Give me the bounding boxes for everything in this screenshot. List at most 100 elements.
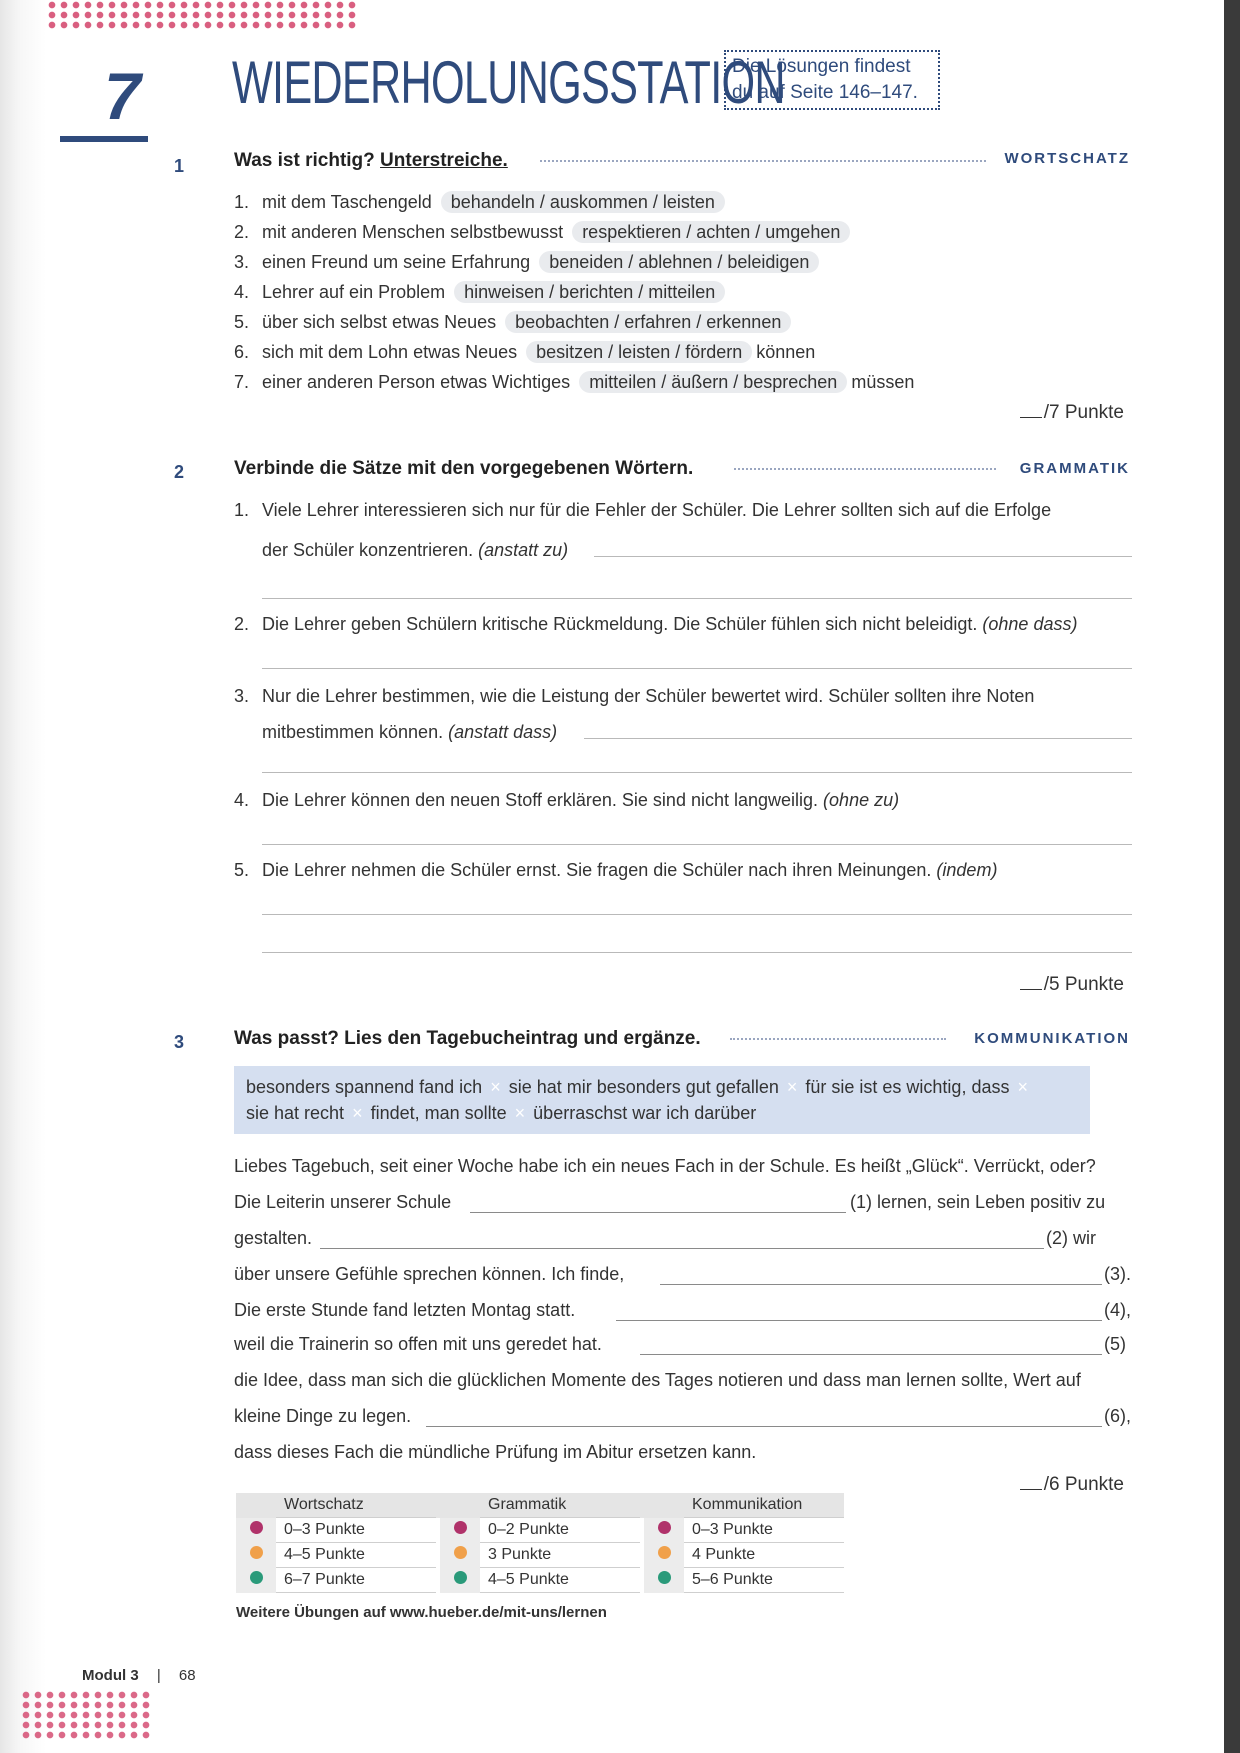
diary-line: kleine Dinge zu legen. [234,1406,412,1426]
page-edge [1224,0,1240,1753]
diary-line: (5) [1104,1334,1126,1354]
solution-hint-line2: du auf Seite 146–147. [732,82,918,103]
item-number: 7. [234,372,250,392]
phrase: überraschst war ich darüber [533,1103,757,1123]
grammar-hint: (anstatt dass) [448,722,558,742]
gap-line-3[interactable] [660,1284,1102,1285]
diary-line: (6), [1104,1406,1131,1426]
exercise-number: 2 [174,462,185,482]
exercise-number: 1 [174,156,185,176]
grammar-item-3: 3. Nur die Lehrer bestimmen, wie die Leis… [234,686,1035,706]
table-header: Wortschatz [276,1493,436,1518]
answer-line[interactable] [262,598,1132,599]
dotted-rule [730,1038,946,1040]
phrase-row-2: sie hat recht × findet, man sollte × überras… [246,1103,757,1123]
page-number: 68 [178,1667,196,1684]
item-number: 1. [234,192,250,212]
page-title: WIEDERHOLUNGSSTATION [232,49,786,116]
diary-line: die Idee, dass man sich die glücklichen … [234,1370,1081,1390]
answer-line[interactable] [262,772,1132,773]
table-cell: 6–7 Punkte [276,1567,436,1593]
gap-line-4[interactable] [616,1320,1102,1321]
item-number: 4. [234,282,250,302]
phrase: findet, man sollte [370,1103,507,1123]
answer-line[interactable] [262,952,1132,953]
answer-line[interactable] [594,556,1132,557]
table-header: Grammatik [480,1493,640,1518]
item-number: 5. [234,312,250,332]
vocab-item: 3. einen Freund um seine Erfahrung beneid… [234,251,823,273]
item-text: mit dem Taschengeld [262,192,432,212]
diary-line: Liebes Tagebuch, seit einer Woche habe i… [234,1156,1096,1176]
vocab-item: 7. einer anderen Person etwas Wichtiges m… [234,371,915,393]
score-field[interactable]: /6 Punkte [1000,1474,1124,1496]
item-options[interactable]: behandeln / auskommen / leisten [440,191,725,213]
table-cell: 0–2 Punkte [480,1517,640,1543]
item-options[interactable]: hinweisen / berichten / mitteilen [454,281,726,303]
diary-line: dass dieses Fach die mündliche Prüfung i… [234,1442,757,1462]
grammar-hint: (anstatt zu) [478,540,569,560]
item-options[interactable]: respektieren / achten / umgehen [572,221,851,243]
item-text: sich mit dem Lohn etwas Neues [262,342,518,362]
phrase-row-1: besonders spannend fand ich × sie hat mir … [246,1077,1028,1097]
diary-line: Die erste Stunde fand letzten Montag sta… [234,1300,576,1320]
diary-line: weil die Trainerin so offen mit uns gere… [234,1334,602,1354]
item-options[interactable]: besitzen / leisten / fördern [526,341,753,363]
item-number: 3. [234,252,250,272]
table-cell: 4 Punkte [684,1542,844,1568]
chapter-number: 7 [104,59,141,133]
phrase: sie hat recht [246,1103,345,1123]
vocab-item: 4. Lehrer auf ein Problem hinweisen / ber… [234,281,729,303]
book-spine-shadow [0,0,46,1753]
green-dot-icon [453,1571,467,1584]
score-field[interactable]: /5 Punkte [1000,974,1124,996]
table-cell: 0–3 Punkte [684,1517,844,1543]
chapter-rule [60,136,148,142]
phrase: sie hat mir besonders gut gefallen [508,1077,779,1097]
diary-line: (3). [1104,1264,1131,1284]
table-header: Kommunikation [684,1493,844,1518]
answer-line[interactable] [584,738,1132,739]
exercise-title-underlined: Unterstreiche. [380,150,508,171]
item-suffix: können [756,342,816,362]
item-options[interactable]: beobachten / erfahren / erkennen [505,311,792,333]
vocab-item: 2. mit anderen Menschen selbstbewusst res… [234,221,854,243]
vocab-item: 6. sich mit dem Lohn etwas Neues besitzen… [234,341,816,363]
diary-line: Die Leiterin unserer Schule [234,1192,452,1212]
score-label: /7 Punkte [1043,402,1124,423]
grammar-hint: (indem) [936,860,998,880]
solution-hint-box: Die Lösungen findest du auf Seite 146–14… [724,50,940,110]
red-dot-icon [249,1521,263,1534]
item-options[interactable]: beneiden / ablehnen / beleidigen [539,251,820,273]
answer-line[interactable] [262,668,1132,669]
grammar-item-4: 4. Die Lehrer können den neuen Stoff erkl… [234,790,900,810]
gap-line-5[interactable] [640,1354,1102,1355]
section-tag: WORTSCHATZ [1004,150,1130,167]
grammar-item-2: 2. Die Lehrer geben Schülern kritische Rü… [234,614,1078,634]
gap-line-1[interactable] [470,1212,846,1213]
green-dot-icon [657,1571,671,1584]
grammar-item-1: 1. Viele Lehrer interessieren sich nur fü… [234,500,1052,520]
diary-line: über unsere Gefühle sprechen können. Ich… [234,1264,625,1284]
section-tag: KOMMUNIKATION [974,1030,1130,1047]
red-dot-icon [453,1521,467,1534]
footer-separator: | [156,1667,161,1684]
table-header-row: Wortschatz Grammatik Kommunikation [236,1493,844,1518]
score-label: /5 Punkte [1043,974,1124,995]
table-row: 0–3 Punkte 0–2 Punkte 0–3 Punkte [236,1517,844,1543]
diary-line: (1) lernen, sein Leben positiv zu [850,1192,1106,1212]
gap-line-6[interactable] [426,1426,1102,1427]
score-field[interactable]: /7 Punkte [1000,402,1124,424]
module-label: Modul 3 [82,1667,139,1684]
item-text: über sich selbst etwas Neues [262,312,497,332]
diary-line: (4), [1104,1300,1131,1320]
exercise-title-text: Was ist richtig? [234,150,381,171]
decorative-dots-top [46,0,356,30]
more-exercises-link[interactable]: Weitere Übungen auf www.hueber.de/mit-un… [236,1604,607,1621]
answer-line[interactable] [262,914,1132,915]
page-footer: Modul 3 | 68 [82,1667,196,1684]
answer-line[interactable] [262,844,1132,845]
item-suffix: müssen [851,372,915,392]
gap-line-2[interactable] [320,1248,1044,1249]
item-options[interactable]: mitteilen / äußern / besprechen [579,371,848,393]
